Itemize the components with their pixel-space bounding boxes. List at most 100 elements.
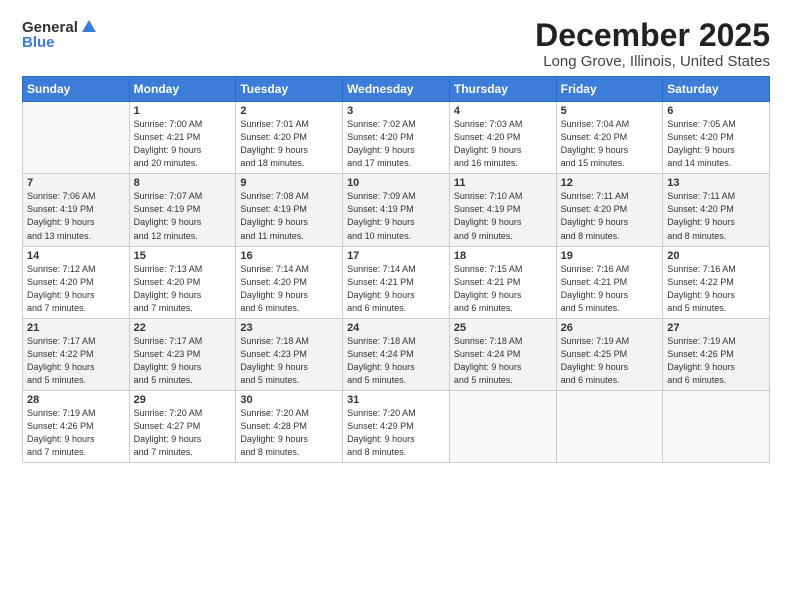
day-cell: 15Sunrise: 7:13 AM Sunset: 4:20 PM Dayli… <box>129 246 236 318</box>
day-cell: 4Sunrise: 7:03 AM Sunset: 4:20 PM Daylig… <box>449 102 556 174</box>
day-info: Sunrise: 7:16 AM Sunset: 4:21 PM Dayligh… <box>561 263 659 315</box>
day-info: Sunrise: 7:20 AM Sunset: 4:29 PM Dayligh… <box>347 407 445 459</box>
day-cell: 31Sunrise: 7:20 AM Sunset: 4:29 PM Dayli… <box>343 390 450 462</box>
day-cell: 1Sunrise: 7:00 AM Sunset: 4:21 PM Daylig… <box>129 102 236 174</box>
day-cell <box>663 390 770 462</box>
day-info: Sunrise: 7:17 AM Sunset: 4:23 PM Dayligh… <box>134 335 232 387</box>
day-info: Sunrise: 7:19 AM Sunset: 4:25 PM Dayligh… <box>561 335 659 387</box>
day-number: 5 <box>561 105 659 117</box>
day-number: 17 <box>347 250 445 262</box>
day-number: 8 <box>134 177 232 189</box>
day-info: Sunrise: 7:05 AM Sunset: 4:20 PM Dayligh… <box>667 118 765 170</box>
day-info: Sunrise: 7:20 AM Sunset: 4:27 PM Dayligh… <box>134 407 232 459</box>
day-number: 26 <box>561 322 659 334</box>
logo-blue: Blue <box>22 34 55 51</box>
day-number: 9 <box>240 177 338 189</box>
day-info: Sunrise: 7:18 AM Sunset: 4:24 PM Dayligh… <box>347 335 445 387</box>
day-info: Sunrise: 7:07 AM Sunset: 4:19 PM Dayligh… <box>134 190 232 242</box>
day-info: Sunrise: 7:11 AM Sunset: 4:20 PM Dayligh… <box>667 190 765 242</box>
day-info: Sunrise: 7:10 AM Sunset: 4:19 PM Dayligh… <box>454 190 552 242</box>
day-number: 13 <box>667 177 765 189</box>
logo-general: General <box>22 19 78 36</box>
day-cell: 30Sunrise: 7:20 AM Sunset: 4:28 PM Dayli… <box>236 390 343 462</box>
day-number: 31 <box>347 394 445 406</box>
day-info: Sunrise: 7:08 AM Sunset: 4:19 PM Dayligh… <box>240 190 338 242</box>
day-cell: 23Sunrise: 7:18 AM Sunset: 4:23 PM Dayli… <box>236 318 343 390</box>
day-number: 23 <box>240 322 338 334</box>
day-info: Sunrise: 7:12 AM Sunset: 4:20 PM Dayligh… <box>27 263 125 315</box>
day-cell: 27Sunrise: 7:19 AM Sunset: 4:26 PM Dayli… <box>663 318 770 390</box>
day-number: 27 <box>667 322 765 334</box>
day-info: Sunrise: 7:17 AM Sunset: 4:22 PM Dayligh… <box>27 335 125 387</box>
day-number: 30 <box>240 394 338 406</box>
day-number: 22 <box>134 322 232 334</box>
day-info: Sunrise: 7:19 AM Sunset: 4:26 PM Dayligh… <box>667 335 765 387</box>
day-cell: 21Sunrise: 7:17 AM Sunset: 4:22 PM Dayli… <box>23 318 130 390</box>
col-header-tuesday: Tuesday <box>236 77 343 102</box>
day-number: 19 <box>561 250 659 262</box>
logo: General Blue <box>22 18 98 51</box>
day-cell: 7Sunrise: 7:06 AM Sunset: 4:19 PM Daylig… <box>23 174 130 246</box>
page: General Blue December 2025 Long Grove, I… <box>0 0 792 612</box>
day-number: 16 <box>240 250 338 262</box>
day-number: 28 <box>27 394 125 406</box>
day-number: 29 <box>134 394 232 406</box>
day-number: 4 <box>454 105 552 117</box>
day-info: Sunrise: 7:14 AM Sunset: 4:20 PM Dayligh… <box>240 263 338 315</box>
col-header-saturday: Saturday <box>663 77 770 102</box>
day-cell: 8Sunrise: 7:07 AM Sunset: 4:19 PM Daylig… <box>129 174 236 246</box>
day-info: Sunrise: 7:06 AM Sunset: 4:19 PM Dayligh… <box>27 190 125 242</box>
day-cell: 6Sunrise: 7:05 AM Sunset: 4:20 PM Daylig… <box>663 102 770 174</box>
day-cell: 13Sunrise: 7:11 AM Sunset: 4:20 PM Dayli… <box>663 174 770 246</box>
day-number: 14 <box>27 250 125 262</box>
day-number: 2 <box>240 105 338 117</box>
day-number: 15 <box>134 250 232 262</box>
day-number: 12 <box>561 177 659 189</box>
day-number: 20 <box>667 250 765 262</box>
day-info: Sunrise: 7:01 AM Sunset: 4:20 PM Dayligh… <box>240 118 338 170</box>
day-cell: 18Sunrise: 7:15 AM Sunset: 4:21 PM Dayli… <box>449 246 556 318</box>
day-cell: 12Sunrise: 7:11 AM Sunset: 4:20 PM Dayli… <box>556 174 663 246</box>
day-number: 7 <box>27 177 125 189</box>
week-row-2: 7Sunrise: 7:06 AM Sunset: 4:19 PM Daylig… <box>23 174 770 246</box>
day-cell: 26Sunrise: 7:19 AM Sunset: 4:25 PM Dayli… <box>556 318 663 390</box>
day-info: Sunrise: 7:18 AM Sunset: 4:24 PM Dayligh… <box>454 335 552 387</box>
day-cell: 10Sunrise: 7:09 AM Sunset: 4:19 PM Dayli… <box>343 174 450 246</box>
day-cell <box>556 390 663 462</box>
week-row-1: 1Sunrise: 7:00 AM Sunset: 4:21 PM Daylig… <box>23 102 770 174</box>
col-header-monday: Monday <box>129 77 236 102</box>
week-row-5: 28Sunrise: 7:19 AM Sunset: 4:26 PM Dayli… <box>23 390 770 462</box>
col-header-sunday: Sunday <box>23 77 130 102</box>
header-row: SundayMondayTuesdayWednesdayThursdayFrid… <box>23 77 770 102</box>
day-info: Sunrise: 7:03 AM Sunset: 4:20 PM Dayligh… <box>454 118 552 170</box>
day-number: 3 <box>347 105 445 117</box>
col-header-wednesday: Wednesday <box>343 77 450 102</box>
day-number: 18 <box>454 250 552 262</box>
day-info: Sunrise: 7:20 AM Sunset: 4:28 PM Dayligh… <box>240 407 338 459</box>
day-info: Sunrise: 7:04 AM Sunset: 4:20 PM Dayligh… <box>561 118 659 170</box>
col-header-thursday: Thursday <box>449 77 556 102</box>
day-cell: 24Sunrise: 7:18 AM Sunset: 4:24 PM Dayli… <box>343 318 450 390</box>
week-row-3: 14Sunrise: 7:12 AM Sunset: 4:20 PM Dayli… <box>23 246 770 318</box>
day-cell: 20Sunrise: 7:16 AM Sunset: 4:22 PM Dayli… <box>663 246 770 318</box>
day-number: 11 <box>454 177 552 189</box>
day-info: Sunrise: 7:14 AM Sunset: 4:21 PM Dayligh… <box>347 263 445 315</box>
day-cell: 17Sunrise: 7:14 AM Sunset: 4:21 PM Dayli… <box>343 246 450 318</box>
location: Long Grove, Illinois, United States <box>535 53 770 70</box>
day-cell: 22Sunrise: 7:17 AM Sunset: 4:23 PM Dayli… <box>129 318 236 390</box>
day-info: Sunrise: 7:11 AM Sunset: 4:20 PM Dayligh… <box>561 190 659 242</box>
day-cell <box>449 390 556 462</box>
day-cell: 2Sunrise: 7:01 AM Sunset: 4:20 PM Daylig… <box>236 102 343 174</box>
day-cell: 14Sunrise: 7:12 AM Sunset: 4:20 PM Dayli… <box>23 246 130 318</box>
day-number: 1 <box>134 105 232 117</box>
header: General Blue December 2025 Long Grove, I… <box>22 18 770 70</box>
day-info: Sunrise: 7:13 AM Sunset: 4:20 PM Dayligh… <box>134 263 232 315</box>
day-number: 24 <box>347 322 445 334</box>
day-info: Sunrise: 7:19 AM Sunset: 4:26 PM Dayligh… <box>27 407 125 459</box>
day-number: 6 <box>667 105 765 117</box>
day-info: Sunrise: 7:15 AM Sunset: 4:21 PM Dayligh… <box>454 263 552 315</box>
day-cell: 16Sunrise: 7:14 AM Sunset: 4:20 PM Dayli… <box>236 246 343 318</box>
day-info: Sunrise: 7:09 AM Sunset: 4:19 PM Dayligh… <box>347 190 445 242</box>
day-cell <box>23 102 130 174</box>
day-cell: 25Sunrise: 7:18 AM Sunset: 4:24 PM Dayli… <box>449 318 556 390</box>
